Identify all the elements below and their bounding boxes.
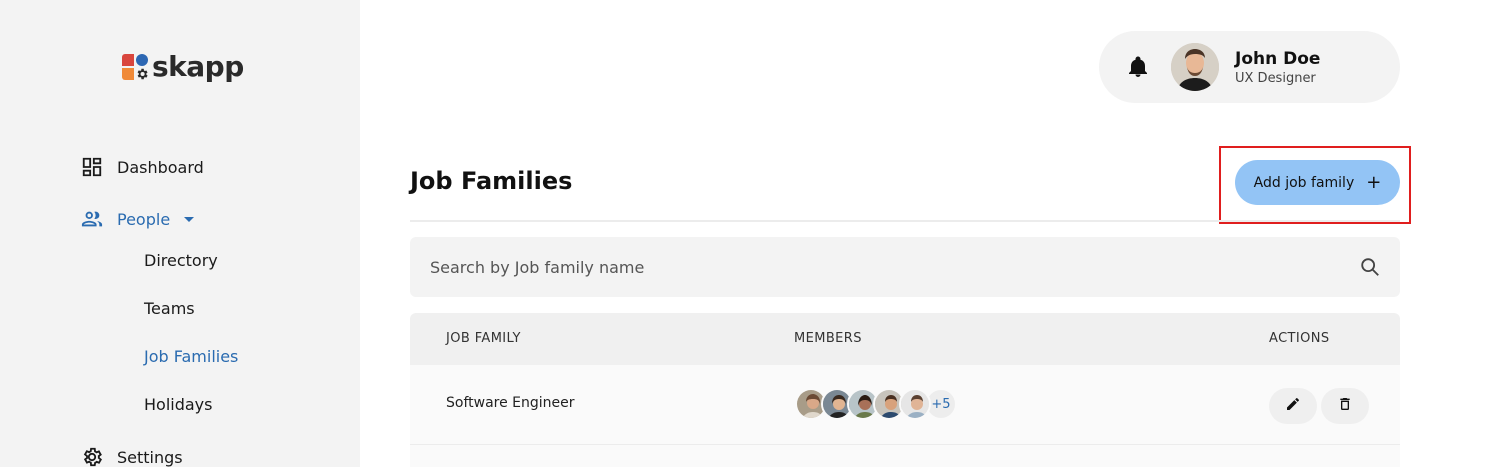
table-row <box>410 445 1400 467</box>
delete-button[interactable] <box>1321 388 1369 424</box>
bell-icon[interactable] <box>1125 54 1151 80</box>
member-avatars[interactable]: +5 <box>795 388 957 420</box>
column-header-members: MEMBERS <box>794 331 862 346</box>
avatar <box>899 388 931 420</box>
user-name: John Doe <box>1235 48 1321 69</box>
column-header-job-family: JOB FAMILY <box>446 331 521 346</box>
add-button-label: Add job family <box>1253 174 1355 191</box>
search-icon[interactable] <box>1358 255 1382 279</box>
sidebar-item-label: Settings <box>117 447 183 467</box>
divider <box>410 220 1400 222</box>
pencil-icon <box>1285 396 1301 416</box>
job-families-table: JOB FAMILY MEMBERS ACTIONS Software Engi… <box>410 313 1400 467</box>
page-title: Job Families <box>410 167 573 195</box>
sidebar-subitem-job-families[interactable]: Job Families <box>144 347 238 366</box>
sidebar-subitem-directory[interactable]: Directory <box>144 251 218 270</box>
sidebar-item-dashboard[interactable]: Dashboard <box>80 155 204 179</box>
edit-button[interactable] <box>1269 388 1317 424</box>
user-role: UX Designer <box>1235 70 1316 86</box>
sidebar-item-people[interactable]: People <box>80 207 195 231</box>
sidebar: skapp Dashboard People Directory Teams J… <box>0 0 360 467</box>
dashboard-icon <box>80 155 104 179</box>
app-logo[interactable]: skapp <box>120 50 244 83</box>
logo-text: skapp <box>152 50 244 83</box>
table-row[interactable]: Software Engineer +5 <box>410 365 1400 445</box>
add-job-family-button[interactable]: Add job family + <box>1235 160 1400 205</box>
sidebar-subitem-teams[interactable]: Teams <box>144 299 195 318</box>
gear-icon <box>80 445 104 467</box>
table-header: JOB FAMILY MEMBERS ACTIONS <box>410 313 1400 365</box>
sidebar-item-label: Dashboard <box>117 157 204 177</box>
chevron-down-icon <box>184 216 195 222</box>
job-family-name: Software Engineer <box>446 395 575 411</box>
search-input[interactable] <box>430 257 1358 277</box>
people-icon <box>80 207 104 231</box>
trash-icon <box>1337 396 1353 416</box>
sidebar-item-label: People <box>117 209 171 229</box>
plus-icon: + <box>1366 171 1382 193</box>
sidebar-subitem-holidays[interactable]: Holidays <box>144 395 212 414</box>
search-bar <box>410 237 1400 297</box>
user-profile-pill: John Doe UX Designer <box>1099 31 1400 103</box>
column-header-actions: ACTIONS <box>1269 331 1330 346</box>
logo-icon <box>120 52 150 82</box>
avatar[interactable] <box>1171 43 1219 91</box>
sidebar-item-settings[interactable]: Settings <box>80 445 183 467</box>
